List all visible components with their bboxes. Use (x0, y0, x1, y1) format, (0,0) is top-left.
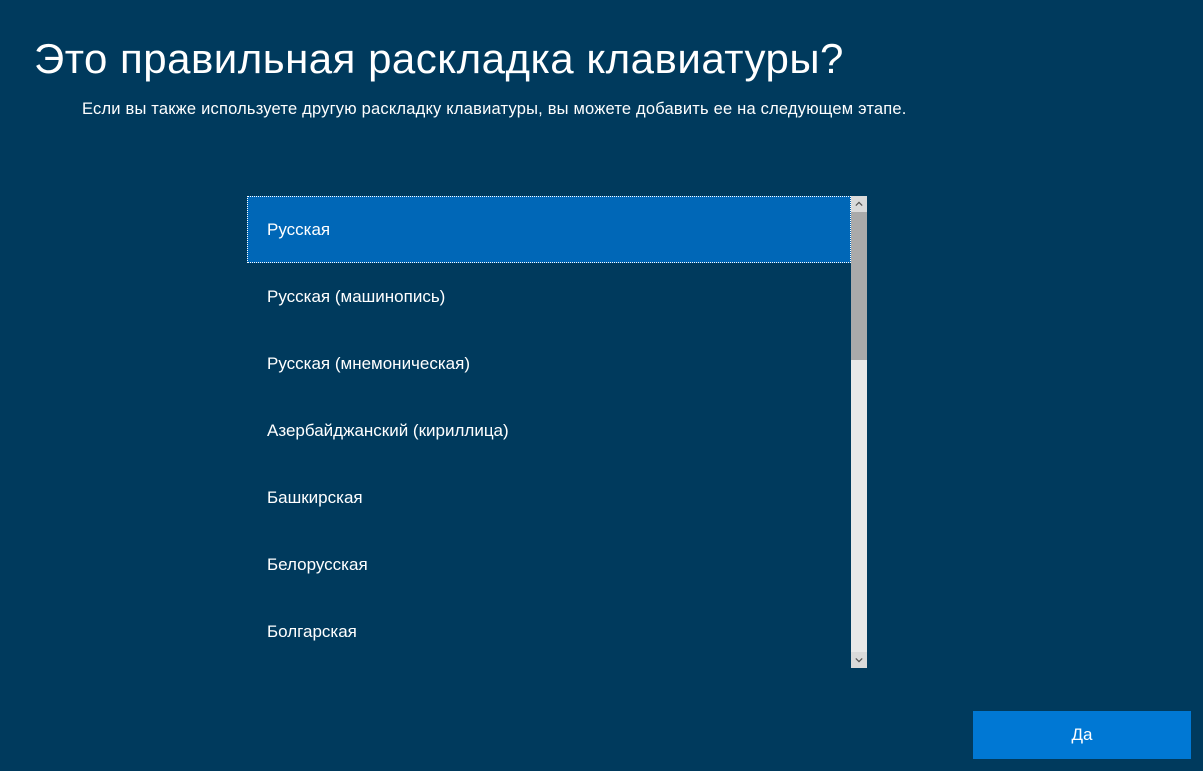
chevron-down-icon (855, 656, 863, 664)
list-item-label: Русская (мнемоническая) (267, 354, 470, 374)
list-item[interactable]: Белорусская (247, 531, 851, 598)
list-item[interactable]: Русская (247, 196, 851, 263)
chevron-up-icon (855, 200, 863, 208)
yes-button[interactable]: Да (973, 711, 1191, 759)
keyboard-layout-list: Русская Русская (машинопись) Русская (мнем… (247, 196, 851, 668)
list-item-label: Белорусская (267, 555, 368, 575)
scrollbar-thumb[interactable] (851, 212, 867, 360)
list-item-label: Болгарская (267, 622, 357, 642)
list-item-label: Русская (машинопись) (267, 287, 445, 307)
list-item-label: Азербайджанский (кириллица) (267, 421, 509, 441)
scrollbar[interactable] (851, 196, 867, 668)
page-subtitle: Если вы также используете другую расклад… (0, 82, 1203, 119)
scroll-up-button[interactable] (851, 196, 867, 212)
list-item[interactable]: Русская (мнемоническая) (247, 330, 851, 397)
list-item[interactable]: Азербайджанский (кириллица) (247, 397, 851, 464)
list-item-label: Русская (267, 220, 330, 240)
list-item[interactable]: Болгарская (247, 598, 851, 665)
list-item[interactable]: Русская (машинопись) (247, 263, 851, 330)
keyboard-layout-listbox: Русская Русская (машинопись) Русская (мнем… (247, 196, 867, 668)
list-item-label: Башкирская (267, 488, 363, 508)
list-item[interactable]: Башкирская (247, 464, 851, 531)
page-title: Это правильная раскладка клавиатуры? (0, 0, 1203, 82)
scroll-down-button[interactable] (851, 652, 867, 668)
oobe-keyboard-layout-page: Это правильная раскладка клавиатуры? Есл… (0, 0, 1203, 771)
